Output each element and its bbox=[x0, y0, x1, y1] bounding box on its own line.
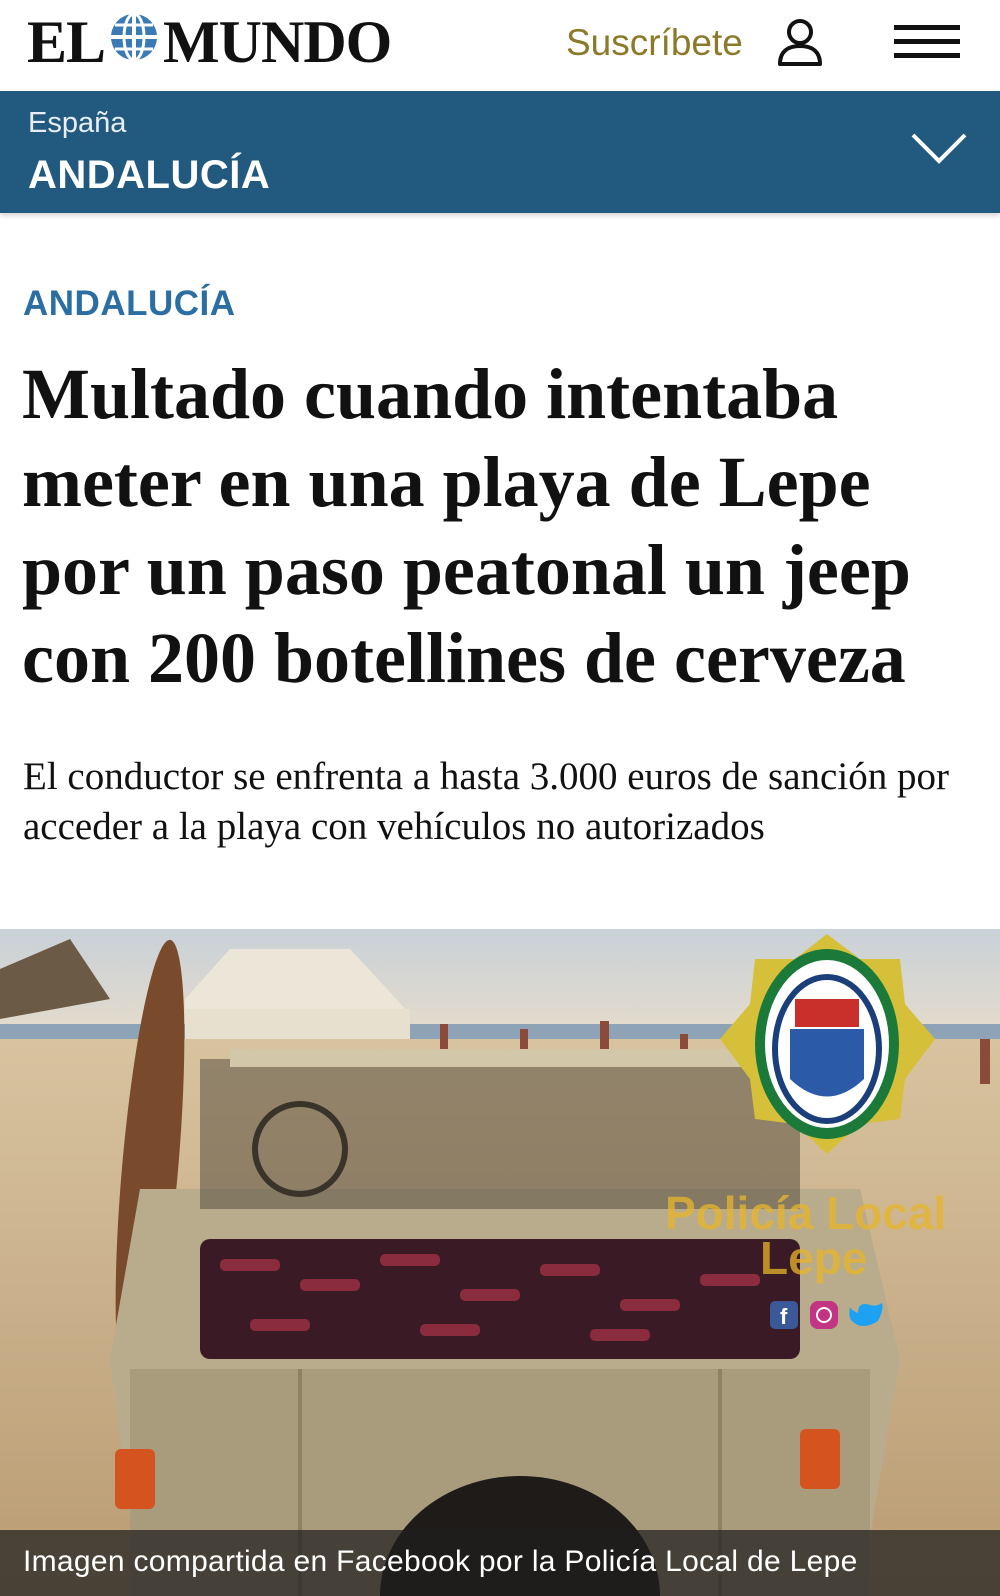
chevron-down-icon[interactable] bbox=[910, 131, 968, 167]
section-title: ANDALUCÍA bbox=[28, 153, 271, 197]
globe-icon bbox=[109, 8, 159, 77]
hamburger-menu-icon[interactable] bbox=[894, 22, 960, 62]
instagram-icon bbox=[810, 1301, 838, 1329]
user-icon[interactable] bbox=[774, 16, 826, 68]
watermark-text-line2: Lepe bbox=[760, 1232, 867, 1284]
logo-text-mundo: MUNDO bbox=[163, 8, 392, 75]
site-header: EL MUNDO Suscríbete bbox=[0, 0, 1000, 90]
beach-jeep-photo: Policía Local Lepe f bbox=[0, 929, 1000, 1596]
article-headline: Multado cuando intentaba meter en una pl… bbox=[22, 354, 911, 698]
section-navigation[interactable]: España ANDALUCÍA bbox=[0, 91, 1000, 213]
svg-text:f: f bbox=[780, 1304, 788, 1329]
article-image: Policía Local Lepe f bbox=[0, 929, 1000, 1596]
facebook-icon: f bbox=[770, 1301, 798, 1329]
subscribe-button[interactable]: Suscríbete bbox=[566, 18, 743, 68]
article-standfirst: El conductor se enfrenta a hasta 3.000 e… bbox=[23, 755, 949, 848]
logo-text-el: EL bbox=[27, 8, 106, 75]
section-parent-link[interactable]: España bbox=[28, 107, 126, 140]
site-logo[interactable]: EL MUNDO bbox=[27, 8, 392, 77]
image-caption: Imagen compartida en Facebook por la Pol… bbox=[0, 1530, 1000, 1596]
article-kicker[interactable]: ANDALUCÍA bbox=[23, 284, 236, 324]
